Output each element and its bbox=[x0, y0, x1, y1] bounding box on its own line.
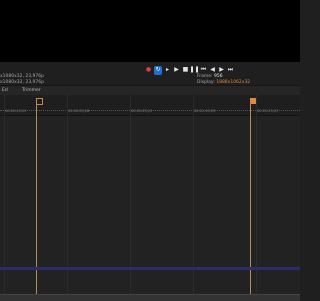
project-properties: x1080x32, 23,976p bbox=[0, 74, 44, 79]
grid-line bbox=[193, 95, 194, 295]
frame-value: 956 bbox=[213, 74, 223, 79]
in-marker-icon[interactable] bbox=[36, 98, 43, 105]
track-tab-trimmer[interactable]: Trimmer bbox=[22, 88, 41, 93]
grid-line bbox=[4, 95, 5, 295]
track-tab-1[interactable]: Ed bbox=[2, 88, 8, 93]
ruler-dotted-guide bbox=[0, 110, 300, 112]
audio-track-stripe[interactable] bbox=[0, 267, 300, 270]
video-preview bbox=[0, 0, 300, 62]
grid-line bbox=[256, 95, 257, 295]
preview-info: x1080x32, 23,976p x1080x32, 23,976p Fram… bbox=[0, 73, 300, 85]
in-marker-line bbox=[36, 100, 37, 295]
frame-readout: Frame: 956 bbox=[197, 74, 223, 79]
timeline-area[interactable]: 00:00:49;29 00:00:59;28 00:01:09;29 00:0… bbox=[0, 95, 300, 295]
grid-line bbox=[67, 95, 68, 295]
out-marker-line bbox=[250, 100, 251, 295]
grid-line bbox=[130, 95, 131, 295]
frame-label: Frame: bbox=[197, 74, 213, 79]
